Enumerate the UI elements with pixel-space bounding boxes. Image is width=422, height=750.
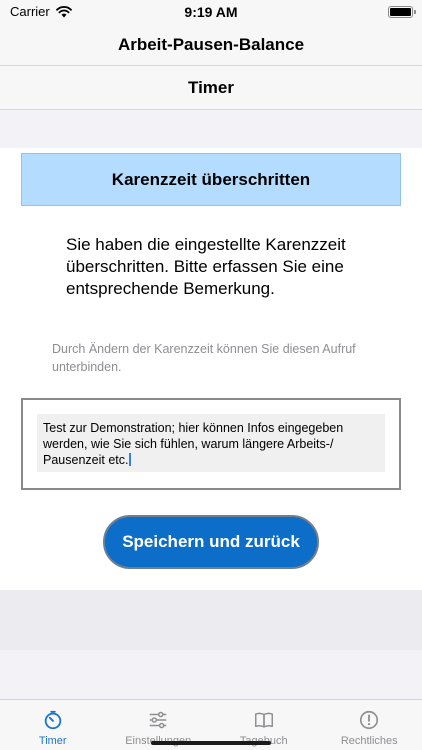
remark-textarea[interactable]: Test zur Demonstration; hier können Info… [37,414,385,472]
screen-title: Timer [188,77,234,97]
info-circle-icon [360,710,379,730]
tab-rechtliches[interactable]: Rechtliches [317,700,422,750]
nav-bar: Arbeit-Pausen-Balance [0,24,422,66]
hint-text: Durch Ändern der Karenzzeit können Sie d… [52,342,356,374]
home-indicator [151,741,271,745]
content-card: Karenzzeit überschritten Sie haben die e… [0,148,422,590]
timer-icon [44,710,61,730]
tab-timer[interactable]: Timer [0,700,106,750]
tab-label: Timer [38,735,67,747]
message-text: Sie haben die eingestellte Karenzzeit üb… [66,235,346,298]
sliders-icon [150,711,167,729]
battery-icon [388,6,416,18]
app-title: Arbeit-Pausen-Balance [117,34,305,54]
tab-bar: Timer Einstellungen Tagebuch Rechtliches [0,699,422,750]
save-and-back-button[interactable]: Speichern und zurück [103,515,319,569]
save-button-label: Speichern und zurück [122,532,300,551]
text-caret [129,453,132,466]
banner-title: Karenzzeit überschritten [111,169,311,189]
lower-section [0,590,422,650]
warning-banner: Karenzzeit überschritten [21,153,401,206]
status-time: 9:19 AM [184,4,238,20]
screen-header: Timer [0,66,422,110]
status-bar: Carrier 9:19 AM [0,0,422,24]
book-icon [254,712,273,728]
remark-text: Test zur Demonstration; hier können Info… [43,421,344,467]
remark-frame: Test zur Demonstration; hier können Info… [21,398,401,490]
tab-label: Rechtliches [340,735,398,747]
